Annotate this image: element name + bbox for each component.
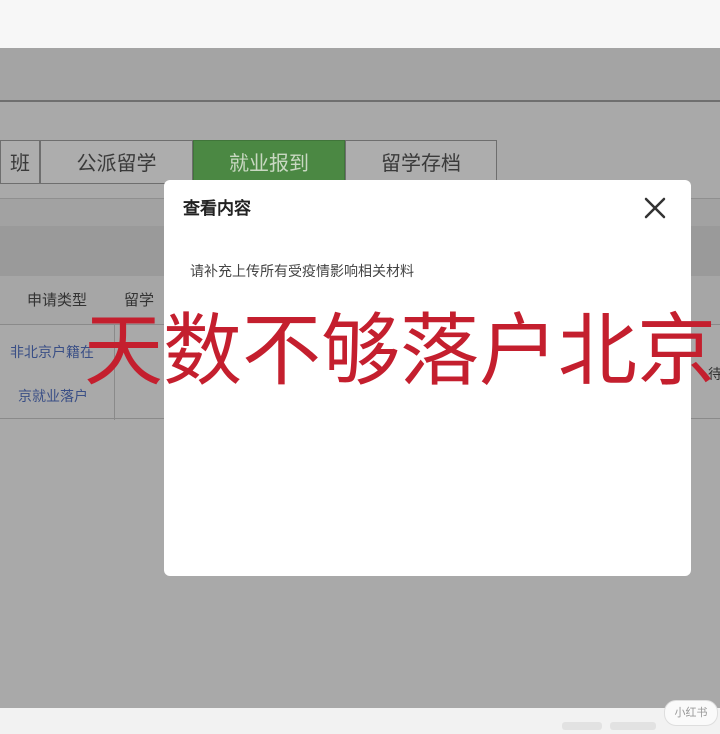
dialog-body-text: 请补充上传所有受疫情影响相关材料 <box>190 264 414 280</box>
tab-study-abroad-archive[interactable]: 留学存档 <box>345 140 497 184</box>
tab-bar: 班 公派留学 就业报到 留学存档 <box>0 140 497 184</box>
table-cell-line-1[interactable]: 非北京户籍在 <box>10 342 94 362</box>
close-icon[interactable] <box>637 190 673 226</box>
faint-text-blur <box>610 722 656 730</box>
table-cell-line-2[interactable]: 京就业落户 <box>18 386 88 406</box>
faint-text-blur <box>562 722 602 730</box>
tab-partial[interactable]: 班 <box>0 140 40 184</box>
bottom-strip <box>0 708 720 734</box>
tab-employment-registration[interactable]: 就业报到 <box>193 140 345 184</box>
tab-public-study-abroad[interactable]: 公派留学 <box>40 140 193 184</box>
dialog-title: 查看内容 <box>183 199 251 219</box>
header-band <box>0 48 720 102</box>
top-strip <box>0 0 720 49</box>
overlay-caption: 天数不够落户北京 <box>84 305 716 397</box>
watermark-logo: 小红书 <box>664 700 718 726</box>
